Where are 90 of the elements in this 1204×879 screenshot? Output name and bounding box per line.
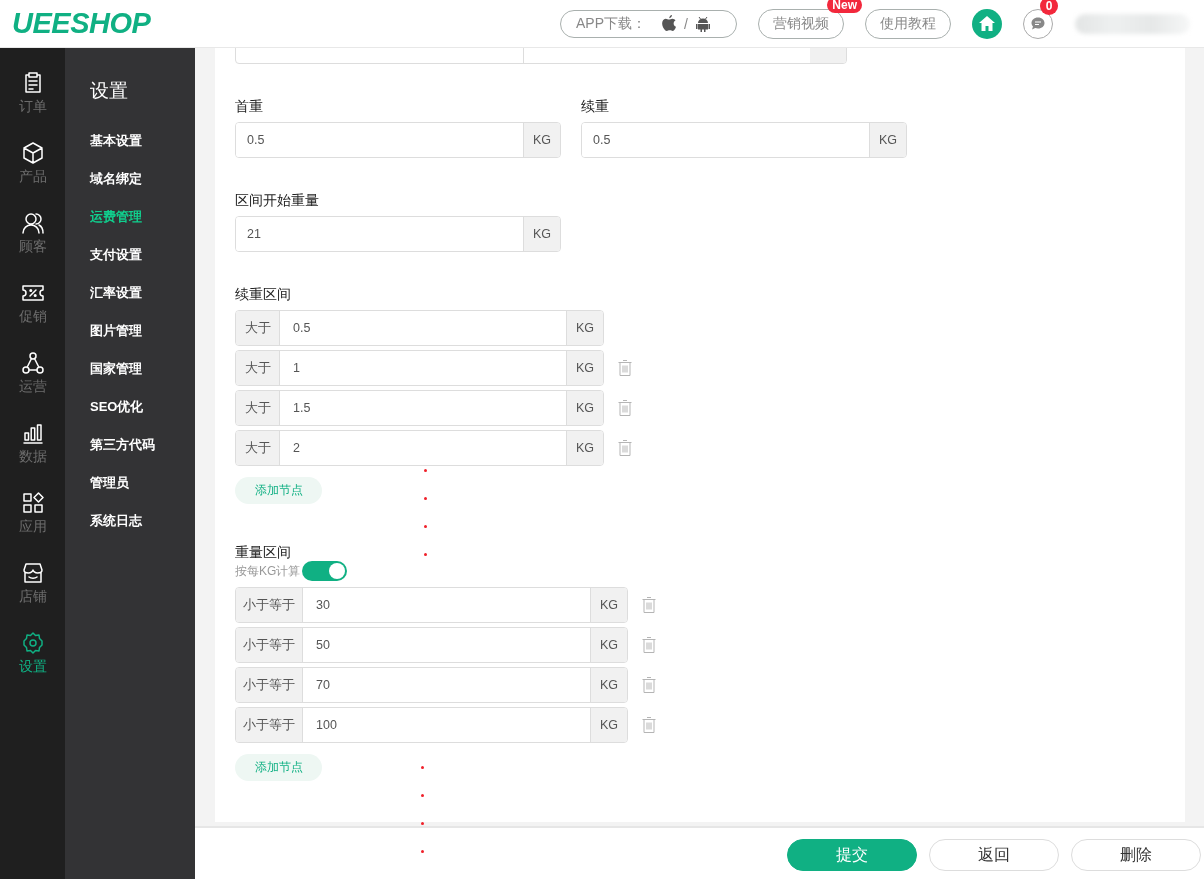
value-input[interactable]: 1.5 xyxy=(279,391,567,425)
input-field[interactable]: 0.5 KG xyxy=(581,122,907,158)
marker-dot xyxy=(424,469,427,472)
nav-icon xyxy=(20,490,45,515)
value-input[interactable]: 0.5 xyxy=(279,311,567,345)
menu-item[interactable]: 图片管理 xyxy=(90,322,195,360)
nav-icon xyxy=(20,210,45,235)
prefix-label: 小于等于 xyxy=(236,708,302,742)
input-field[interactable]: 小于等于 50 KG xyxy=(235,627,628,663)
menu-item[interactable]: SEO优化 xyxy=(90,398,195,436)
unit-label: KG xyxy=(567,311,603,345)
prefix-label: 大于 xyxy=(236,391,279,425)
marker-dot xyxy=(424,553,427,556)
footer-button[interactable]: 删除 xyxy=(1071,839,1201,871)
menu-item[interactable]: 系统日志 xyxy=(90,512,195,550)
menu-item[interactable]: 域名绑定 xyxy=(90,170,195,208)
field-label: 区间开始重量 xyxy=(235,192,319,208)
input-field[interactable]: 小于等于 100 KG xyxy=(235,707,628,743)
unit-label: KG xyxy=(591,708,627,742)
marker-dot xyxy=(421,766,424,769)
trash-icon[interactable] xyxy=(642,637,656,653)
value-input[interactable]: 0.5 xyxy=(236,123,524,157)
nav-icon xyxy=(20,560,45,585)
unit-label: KG xyxy=(591,588,627,622)
unit-label: KG xyxy=(567,391,603,425)
input-field[interactable]: 21 KG xyxy=(235,216,561,252)
prefix-label: 小于等于 xyxy=(236,668,302,702)
value-input[interactable]: 1 xyxy=(279,351,567,385)
menu-item[interactable]: 基本设置 xyxy=(90,132,195,170)
value-input[interactable]: 30 xyxy=(302,588,591,622)
marker-dot xyxy=(421,850,424,853)
section-label: 续重区间 xyxy=(235,286,291,302)
input-field[interactable]: 小于等于 30 KG xyxy=(235,587,628,623)
nav-item[interactable]: 设置 xyxy=(0,618,65,688)
value-input[interactable]: 50 xyxy=(302,628,591,662)
field-label: 首重 xyxy=(235,98,263,114)
value-input[interactable]: 21 xyxy=(236,217,524,251)
nav-icon xyxy=(20,140,45,165)
value-input[interactable]: 2 xyxy=(279,431,567,465)
message-count-badge: 0 xyxy=(1040,0,1058,15)
trash-icon[interactable] xyxy=(618,360,632,376)
prefix-label: 小于等于 xyxy=(236,628,302,662)
input-field[interactable]: 0.5 KG xyxy=(235,122,561,158)
trash-icon[interactable] xyxy=(618,400,632,416)
value-input[interactable]: 0.5 xyxy=(582,123,870,157)
marker-dot xyxy=(421,794,424,797)
trash-icon[interactable] xyxy=(642,597,656,613)
menu-item[interactable]: 汇率设置 xyxy=(90,284,195,322)
unit-label: KG xyxy=(870,123,906,157)
section-title: 设置 xyxy=(90,79,129,103)
nav-icon xyxy=(20,350,45,375)
input-field[interactable]: 大于 1.5 KG xyxy=(235,390,604,426)
marker-dot xyxy=(424,497,427,500)
menu-item[interactable]: 支付设置 xyxy=(90,246,195,284)
nav-icon xyxy=(20,630,45,655)
toggle-label: 按每KG计算 xyxy=(235,562,301,580)
unit-label: KG xyxy=(524,123,560,157)
message-icon[interactable] xyxy=(1023,8,1053,39)
section-label: 重量区间 xyxy=(235,544,291,560)
apple-icon[interactable] xyxy=(662,15,676,32)
prefix-label: 小于等于 xyxy=(236,588,302,622)
toggle-switch[interactable] xyxy=(302,561,348,581)
unit-label: KG xyxy=(524,217,560,251)
field-label: 续重 xyxy=(581,98,609,114)
unit-label: KG xyxy=(567,351,603,385)
android-icon[interactable] xyxy=(695,15,710,32)
input-field[interactable]: 小于等于 70 KG xyxy=(235,667,628,703)
value-input[interactable]: 100 xyxy=(302,708,591,742)
trash-icon[interactable] xyxy=(642,717,656,733)
marker-dot xyxy=(421,822,424,825)
menu-item[interactable]: 运费管理 xyxy=(90,208,195,246)
trash-icon[interactable] xyxy=(618,440,632,456)
new-badge: New xyxy=(827,0,862,13)
prefix-label: 大于 xyxy=(236,431,279,465)
input-field[interactable]: 大于 0.5 KG xyxy=(235,310,604,346)
home-icon[interactable] xyxy=(972,8,1002,39)
input-field[interactable]: 大于 1 KG xyxy=(235,350,604,386)
prefix-label: 大于 xyxy=(236,311,279,345)
value-input[interactable]: 70 xyxy=(302,668,591,702)
unit-label: KG xyxy=(591,628,627,662)
footer-button[interactable]: 返回 xyxy=(929,839,1059,871)
input-field[interactable]: 大于 2 KG xyxy=(235,430,604,466)
unit-label: KG xyxy=(591,668,627,702)
marker-dot xyxy=(424,525,427,528)
unit-label: KG xyxy=(567,431,603,465)
prefix-label: 大于 xyxy=(236,351,279,385)
menu-item[interactable]: 国家管理 xyxy=(90,360,195,398)
trash-icon[interactable] xyxy=(642,677,656,693)
menu-item[interactable]: 第三方代码 xyxy=(90,436,195,474)
menu-item[interactable]: 管理员 xyxy=(90,474,195,512)
